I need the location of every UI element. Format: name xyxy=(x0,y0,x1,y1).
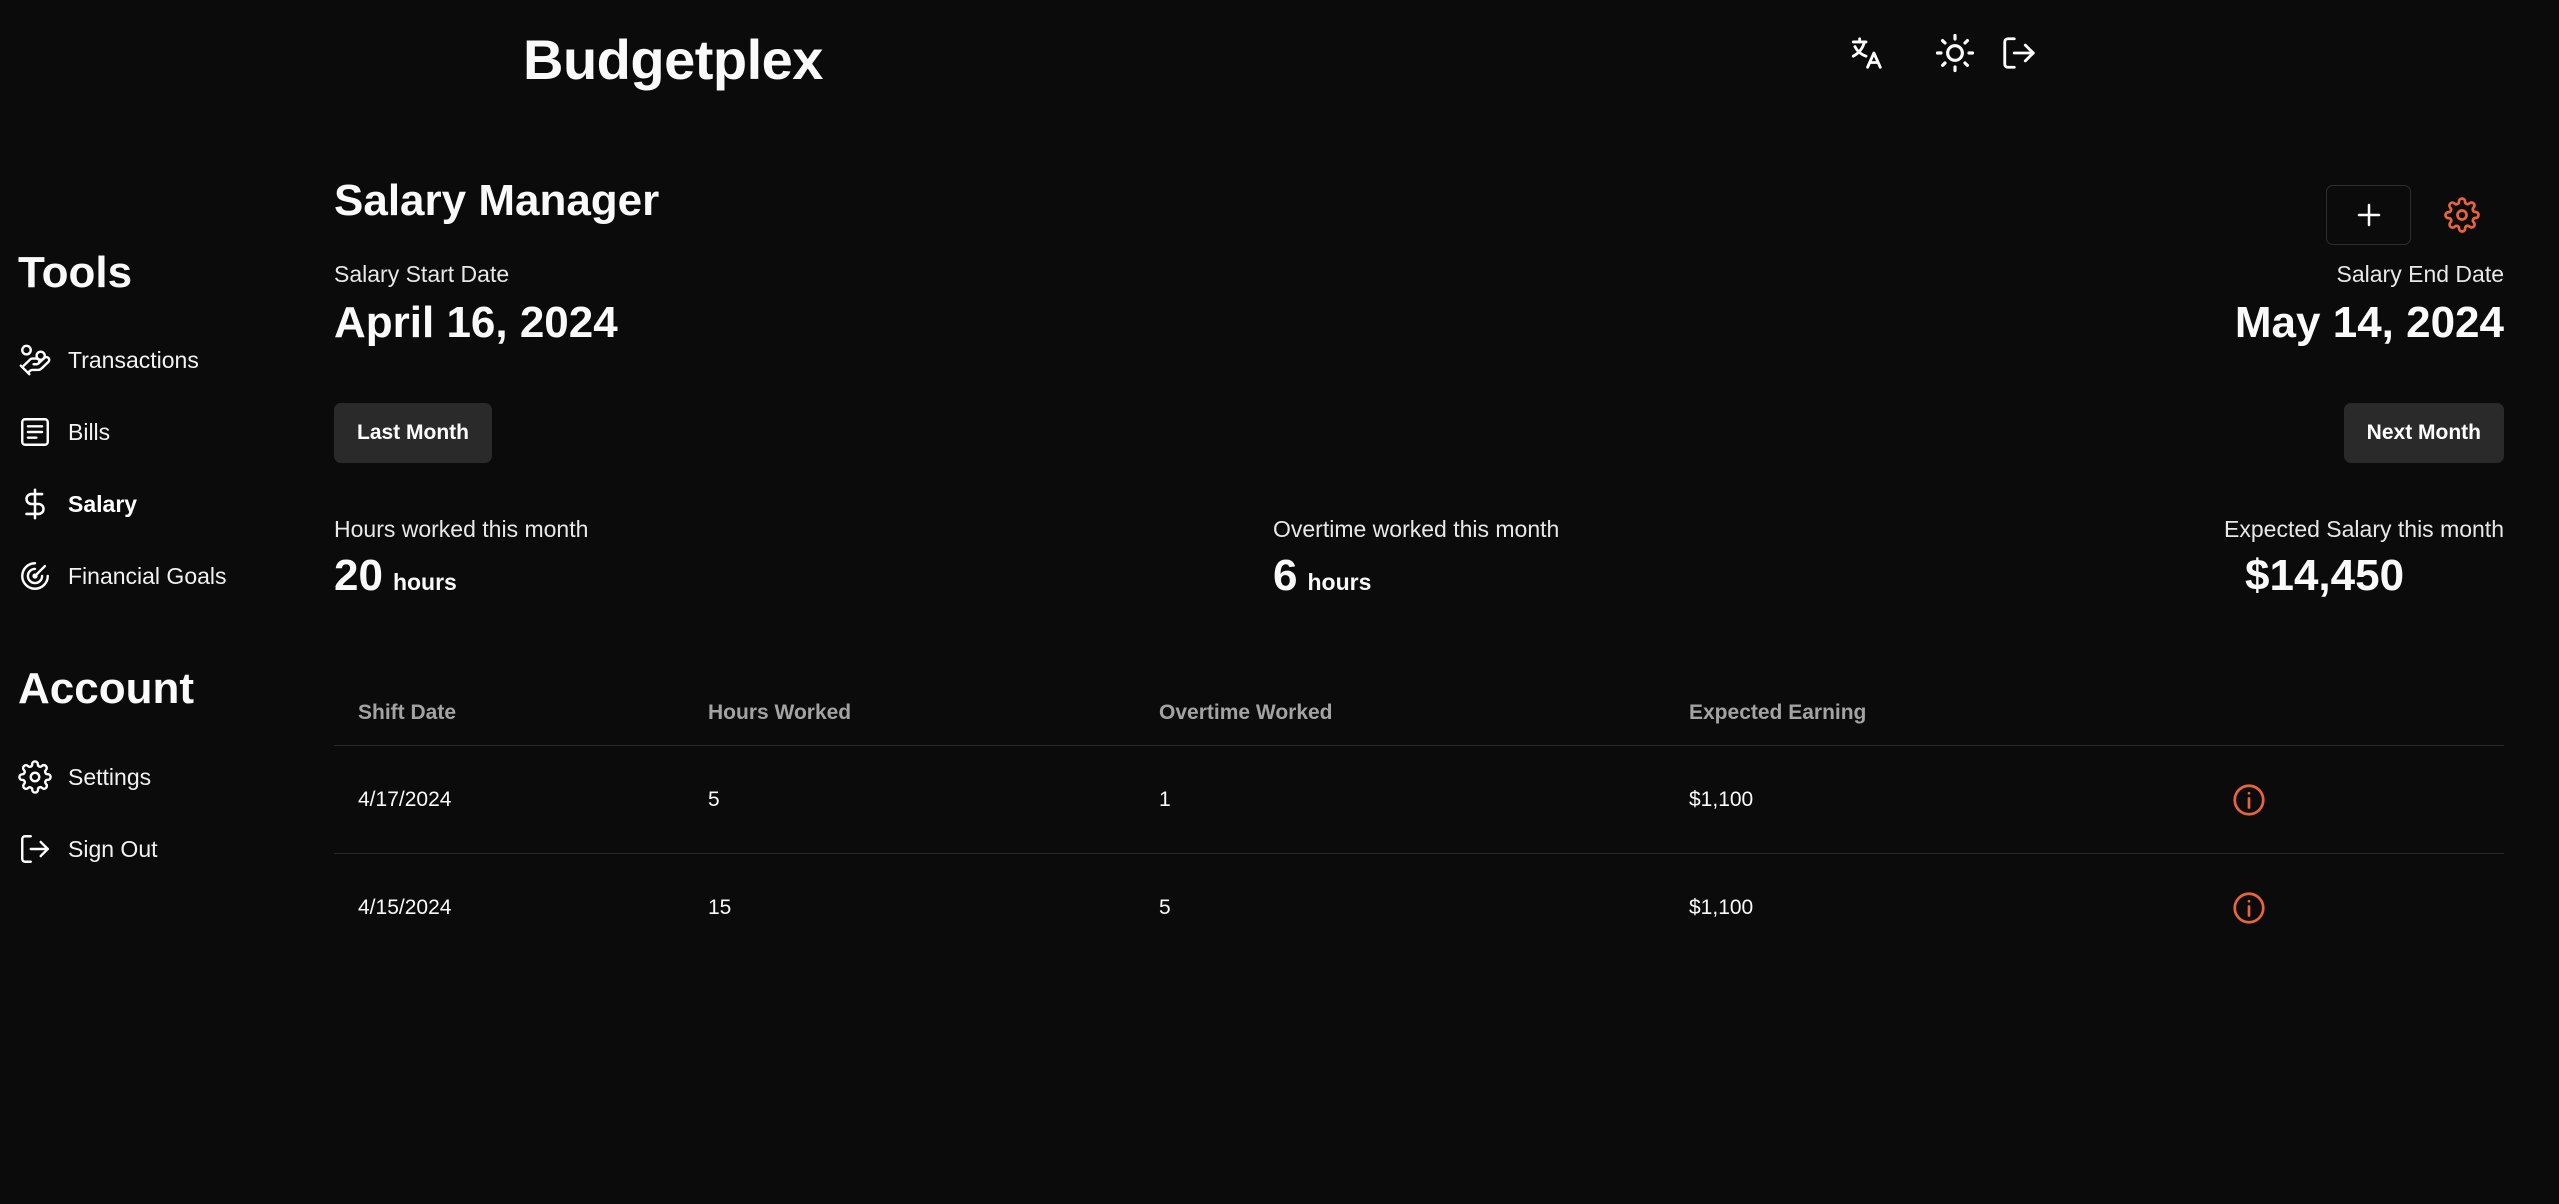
hours-worked-unit: hours xyxy=(392,569,457,595)
salary-settings-button[interactable] xyxy=(2440,193,2484,237)
table-row: 4/15/2024 15 5 $1,100 xyxy=(334,854,2504,962)
table-header-row: Shift Date Hours Worked Overtime Worked … xyxy=(334,680,2504,746)
overtime-worked-unit: hours xyxy=(1307,569,1372,595)
expected-salary-label: Expected Salary this month xyxy=(2224,516,2504,542)
logout-icon[interactable] xyxy=(1996,30,2042,76)
info-icon[interactable] xyxy=(2229,780,2269,820)
sidebar-item-label: Settings xyxy=(68,763,152,790)
gear-icon xyxy=(18,760,52,794)
column-header-overtime-worked: Overtime Worked xyxy=(1159,700,1333,724)
sidebar-item-settings[interactable]: Settings xyxy=(18,754,151,800)
last-month-button[interactable]: Last Month xyxy=(334,403,492,463)
hand-coins-icon xyxy=(18,343,52,377)
info-icon[interactable] xyxy=(2229,888,2269,928)
salary-start-label: Salary Start Date xyxy=(334,261,510,287)
salary-end-label: Salary End Date xyxy=(2336,261,2504,287)
tools-heading: Tools xyxy=(18,248,133,297)
expected-salary-value: $14,450 xyxy=(2245,551,2405,600)
plus-icon xyxy=(2354,200,2384,230)
column-header-expected-earning: Expected Earning xyxy=(1689,700,1867,724)
hours-worked-cell: 15 xyxy=(708,896,732,919)
target-icon xyxy=(18,559,52,593)
sidebar-item-transactions[interactable]: Transactions xyxy=(18,337,199,383)
overtime-worked-label: Overtime worked this month xyxy=(1273,516,1560,542)
table-row: 4/17/2024 5 1 $1,100 xyxy=(334,746,2504,854)
sidebar-item-label: Salary xyxy=(68,490,138,517)
expected-earning-cell: $1,100 xyxy=(1689,896,1754,919)
sidebar-item-sign-out[interactable]: Sign Out xyxy=(18,826,158,872)
row-details-cell xyxy=(2229,854,2269,962)
app-title: Budgetplex xyxy=(523,28,823,91)
logout-icon xyxy=(18,832,52,866)
receipt-icon xyxy=(18,415,52,449)
sidebar-item-financial-goals[interactable]: Financial Goals xyxy=(18,553,227,599)
sidebar-item-label: Sign Out xyxy=(68,835,158,862)
page-title: Salary Manager xyxy=(334,176,660,225)
hours-worked-stat: 20 hours xyxy=(334,551,457,601)
sidebar-item-label: Financial Goals xyxy=(68,562,227,589)
next-month-button[interactable]: Next Month xyxy=(2343,403,2504,463)
sidebar-item-label: Transactions xyxy=(68,346,199,373)
shift-date-cell: 4/15/2024 xyxy=(358,896,452,919)
column-header-shift-date: Shift Date xyxy=(358,700,457,724)
overtime-worked-stat: 6 hours xyxy=(1273,551,1371,601)
translate-icon[interactable] xyxy=(1843,30,1889,76)
overtime-worked-cell: 5 xyxy=(1159,896,1171,919)
shift-date-cell: 4/17/2024 xyxy=(358,787,452,811)
overtime-worked-value: 6 xyxy=(1273,551,1298,600)
sidebar-item-salary[interactable]: Salary xyxy=(18,481,137,527)
sun-icon[interactable] xyxy=(1932,30,1978,76)
hours-worked-value: 20 xyxy=(334,551,383,600)
dollar-icon xyxy=(18,487,52,521)
hours-worked-cell: 5 xyxy=(708,787,720,811)
salary-start-date: April 16, 2024 xyxy=(334,298,618,347)
overtime-worked-cell: 1 xyxy=(1159,787,1171,811)
sidebar-item-bills[interactable]: Bills xyxy=(18,409,110,455)
column-header-hours-worked: Hours Worked xyxy=(708,700,852,724)
gear-icon xyxy=(2444,197,2480,233)
hours-worked-label: Hours worked this month xyxy=(334,516,589,542)
sidebar-item-label: Bills xyxy=(68,418,111,445)
expected-earning-cell: $1,100 xyxy=(1689,787,1754,811)
row-details-cell xyxy=(2229,746,2269,853)
add-shift-button[interactable] xyxy=(2326,185,2411,245)
shifts-table: Shift Date Hours Worked Overtime Worked … xyxy=(334,680,2504,962)
salary-end-date: May 14, 2024 xyxy=(2234,298,2504,347)
account-heading: Account xyxy=(18,664,194,713)
